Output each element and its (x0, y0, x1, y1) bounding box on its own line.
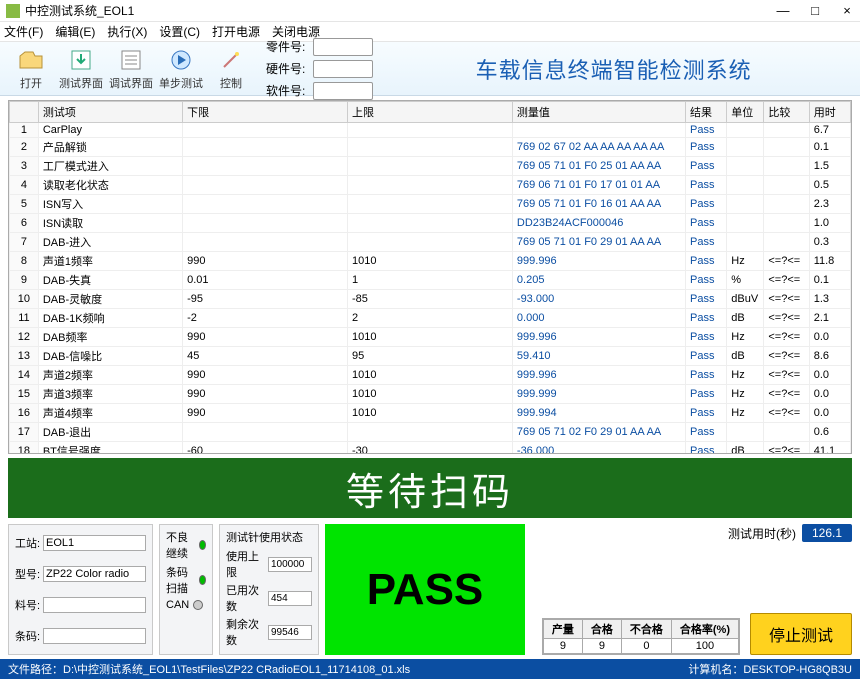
table-row[interactable]: 4读取老化状态769 06 71 01 F0 17 01 01 AAPass0.… (10, 176, 851, 195)
menu-run[interactable]: 执行(X) (107, 23, 147, 40)
table-row[interactable]: 6ISN读取DD23B24ACF000046Pass1.0 (10, 214, 851, 233)
hw-label: 硬件号: (266, 60, 305, 77)
window-title: 中控测试系统_EOL1 (25, 2, 776, 19)
probe-remain-input[interactable] (268, 625, 312, 640)
hw-input[interactable] (313, 60, 373, 78)
computer-name: DESKTOP-HG8QB3U (743, 664, 852, 676)
titlebar: 中控测试系统_EOL1 — □ × (0, 0, 860, 22)
part-label: 零件号: (266, 38, 305, 55)
statusbar: 文件路径：D:\中控测试系统_EOL1\TestFiles\ZP22 CRadi… (0, 659, 860, 679)
status-strip: 等待扫码 (8, 458, 852, 518)
menu-power-on[interactable]: 打开电源 (212, 23, 260, 40)
play-icon (168, 47, 194, 73)
table-row[interactable]: 2产品解锁769 02 67 02 AA AA AA AA AAPass0.1 (10, 138, 851, 157)
flag-can-indicator (193, 600, 203, 610)
table-row[interactable]: 17DAB-退出769 05 71 02 F0 29 01 AA AAPass0… (10, 423, 851, 442)
table-row[interactable]: 12DAB频率9901010999.996PassHz<=?<=0.0 (10, 328, 851, 347)
table-row[interactable]: 14声道2频率9901010999.996PassHz<=?<=0.0 (10, 366, 851, 385)
sw-input[interactable] (313, 82, 373, 100)
probe-limit-input[interactable] (268, 557, 312, 572)
table-row[interactable]: 8声道1频率9901010999.996PassHz<=?<=11.8 (10, 252, 851, 271)
material-input[interactable] (43, 597, 146, 613)
stop-test-button[interactable]: 停止测试 (750, 613, 852, 655)
station-panel: 工站: 型号: 料号: 条码: (8, 524, 153, 655)
test-ui-button[interactable]: 测试界面 (56, 47, 106, 91)
timing-value: 126.1 (802, 524, 852, 542)
open-button[interactable]: 打开 (6, 47, 56, 91)
counts-table: 产量合格不合格合格率(%) 990100 (542, 618, 740, 655)
table-row[interactable]: 16声道4频率9901010999.994PassHz<=?<=0.0 (10, 404, 851, 423)
table-row[interactable]: 5ISN写入769 05 71 01 F0 16 01 AA AAPass2.3 (10, 195, 851, 214)
file-path: D:\中控测试系统_EOL1\TestFiles\ZP22 CRadioEOL1… (63, 664, 410, 676)
menubar: 文件(F) 编辑(E) 执行(X) 设置(C) 打开电源 关闭电源 (0, 22, 860, 42)
folder-icon (18, 47, 44, 73)
flag-continue-indicator (199, 540, 206, 550)
menu-edit[interactable]: 编辑(E) (55, 23, 95, 40)
table-row[interactable]: 18BT信号强度-60-30-36.000PassdB<=?<=41.1 (10, 442, 851, 455)
workstation-input[interactable] (43, 535, 146, 551)
minimize-button[interactable]: — (776, 3, 790, 18)
app-icon (6, 4, 20, 18)
sw-label: 软件号: (266, 82, 305, 99)
control-button[interactable]: 控制 (206, 47, 256, 91)
menu-file[interactable]: 文件(F) (4, 23, 43, 40)
step-test-button[interactable]: 单步测试 (156, 47, 206, 91)
table-row[interactable]: 1CarPlayPass6.7 (10, 123, 851, 138)
model-input[interactable] (43, 566, 146, 582)
wand-icon (218, 47, 244, 73)
pass-indicator: PASS (325, 524, 525, 655)
toolbar: 打开 测试界面 调试界面 单步测试 控制 零件号: 硬件号: 软件号: 车载信息… (0, 42, 860, 96)
table-row[interactable]: 15声道3频率9901010999.999PassHz<=?<=0.0 (10, 385, 851, 404)
menu-settings[interactable]: 设置(C) (159, 23, 200, 40)
flags-panel: 不良继续 条码扫描 CAN (159, 524, 213, 655)
probe-panel: 测试针使用状态 使用上限 已用次数 剩余次数 (219, 524, 319, 655)
probe-used-input[interactable] (268, 591, 312, 606)
close-button[interactable]: × (840, 3, 854, 18)
table-row[interactable]: 9DAB-失真0.0110.205Pass%<=?<=0.1 (10, 271, 851, 290)
part-input[interactable] (313, 38, 373, 56)
table-row[interactable]: 11DAB-1K频响-220.000PassdB<=?<=2.1 (10, 309, 851, 328)
banner-title: 车载信息终端智能检测系统 (373, 53, 854, 85)
table-row[interactable]: 7DAB-进入769 05 71 01 F0 29 01 AA AAPass0.… (10, 233, 851, 252)
table-row[interactable]: 3工厂模式进入769 05 71 01 F0 25 01 AA AAPass1.… (10, 157, 851, 176)
results-grid[interactable]: 测试项下限上限测量值结果单位比较用时 1CarPlayPass6.72产品解锁7… (8, 100, 852, 454)
maximize-button[interactable]: □ (808, 3, 822, 18)
table-row[interactable]: 10DAB-灵敏度-95-85-93.000PassdBuV<=?<=1.3 (10, 290, 851, 309)
debug-ui-button[interactable]: 调试界面 (106, 47, 156, 91)
list-icon (118, 47, 144, 73)
download-icon (68, 47, 94, 73)
toolbar-fields: 零件号: 硬件号: 软件号: (266, 38, 373, 100)
barcode-input[interactable] (43, 628, 146, 644)
flag-barcode-indicator (199, 575, 206, 585)
timing-label: 测试用时(秒) (728, 525, 796, 542)
table-row[interactable]: 13DAB-信噪比459559.410PassdB<=?<=8.6 (10, 347, 851, 366)
